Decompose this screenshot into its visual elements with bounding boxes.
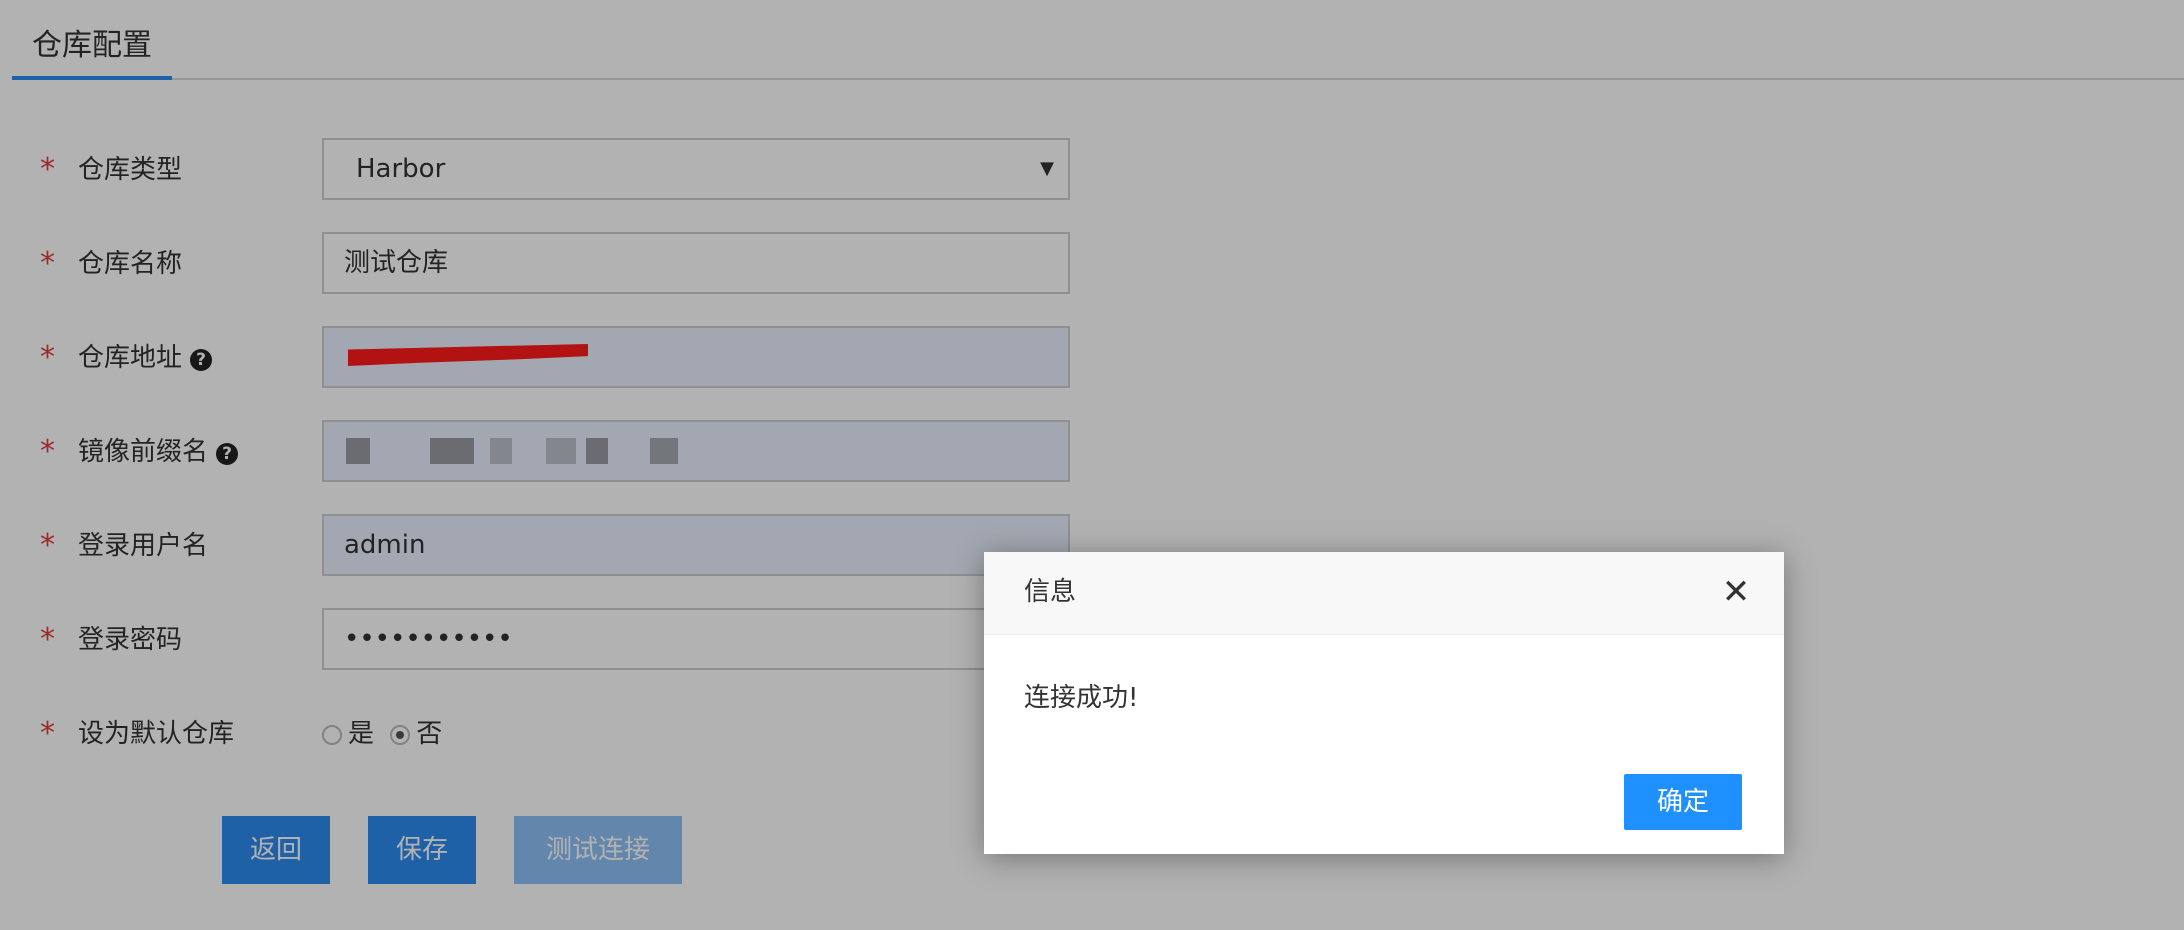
confirm-button[interactable]: 确定 bbox=[1624, 774, 1742, 830]
dialog-header: 信息 ✕ bbox=[984, 552, 1784, 635]
close-icon[interactable]: ✕ bbox=[1716, 572, 1756, 612]
dialog-title: 信息 bbox=[1024, 577, 1077, 607]
dialog-message: 连接成功! bbox=[1024, 683, 1139, 713]
info-dialog: 信息 ✕ 连接成功! 确定 bbox=[984, 552, 1784, 854]
